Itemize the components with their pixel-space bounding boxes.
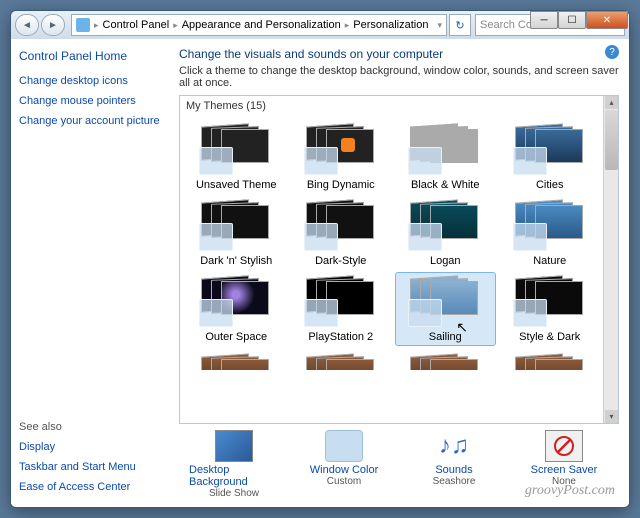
theme-thumbnail	[195, 199, 277, 253]
see-also-link[interactable]: Ease of Access Center	[19, 481, 163, 493]
ss-icon	[545, 430, 583, 462]
option-label: Window Color	[310, 464, 378, 476]
option-sublabel: Custom	[327, 476, 361, 487]
theme-label: Bing Dynamic	[307, 179, 375, 191]
sound-icon: ♪♫	[435, 430, 473, 462]
control-panel-home-link[interactable]: Control Panel Home	[19, 49, 163, 63]
bottom-options: Desktop BackgroundSlide Show Window Color…	[179, 424, 619, 501]
personalization-window: ─ ☐ ✕ ◄ ► ▸ Control Panel ▸ Appearance a…	[10, 10, 630, 508]
sidebar-link[interactable]: Change mouse pointers	[19, 95, 163, 107]
maximize-button[interactable]: ☐	[558, 11, 586, 29]
see-also-heading: See also	[19, 421, 163, 433]
chevron-right-icon: ▸	[345, 20, 350, 31]
option-window-color[interactable]: Window ColorCustom	[299, 430, 389, 499]
theme-thumbnail	[509, 275, 591, 329]
theme-item[interactable]: Nature	[500, 196, 601, 270]
main-panel: ? Change the visuals and sounds on your …	[171, 39, 629, 507]
see-also-link[interactable]: Display	[19, 441, 163, 453]
theme-thumbnail	[300, 275, 382, 329]
theme-thumbnail	[300, 123, 382, 177]
breadcrumb[interactable]: ▸ Control Panel ▸ Appearance and Persona…	[71, 14, 447, 36]
theme-label: Nature	[533, 255, 566, 267]
theme-item[interactable]: Logan	[395, 196, 496, 270]
theme-item[interactable]: Black & White	[395, 120, 496, 194]
theme-item[interactable]: Dark-Style	[291, 196, 392, 270]
theme-item[interactable]: Dark 'n' Stylish	[186, 196, 287, 270]
help-icon[interactable]: ?	[605, 45, 619, 59]
theme-thumbnail	[404, 199, 486, 253]
theme-thumbnail: ↖	[404, 275, 486, 329]
themes-listbox: My Themes (15) Unsaved Theme Bing Dynamic…	[179, 95, 619, 424]
theme-item[interactable]: ↖ Sailing	[395, 272, 496, 346]
see-also-link[interactable]: Taskbar and Start Menu	[19, 461, 163, 473]
chevron-right-icon: ▸	[173, 20, 178, 31]
theme-thumbnail	[195, 275, 277, 329]
theme-label: PlayStation 2	[308, 331, 373, 343]
theme-thumbnail	[300, 199, 382, 253]
refresh-button[interactable]: ↻	[449, 14, 471, 36]
theme-item[interactable]: Style & Dark	[500, 272, 601, 346]
theme-label: Dark 'n' Stylish	[200, 255, 272, 267]
theme-thumbnail	[509, 199, 591, 253]
theme-label: Outer Space	[205, 331, 267, 343]
theme-thumbnail	[195, 123, 277, 177]
control-panel-icon	[76, 18, 90, 32]
chevron-right-icon: ▸	[94, 20, 99, 31]
option-desktop-background[interactable]: Desktop BackgroundSlide Show	[189, 430, 279, 499]
sidebar-link[interactable]: Change desktop icons	[19, 75, 163, 87]
breadcrumb-item[interactable]: Personalization	[353, 19, 428, 31]
theme-item[interactable]: Unsaved Theme	[186, 120, 287, 194]
theme-label: Dark-Style	[315, 255, 366, 267]
scroll-down-arrow[interactable]: ▾	[605, 410, 618, 423]
theme-item[interactable]	[186, 350, 287, 370]
themes-group-label: My Themes (15)	[180, 96, 618, 116]
minimize-button[interactable]: ─	[530, 11, 558, 29]
theme-item[interactable]	[500, 350, 601, 370]
back-button[interactable]: ◄	[15, 14, 39, 36]
theme-label: Logan	[430, 255, 461, 267]
breadcrumb-item[interactable]: Appearance and Personalization	[182, 19, 341, 31]
theme-label: Black & White	[411, 179, 479, 191]
option-sounds[interactable]: ♪♫ SoundsSeashore	[409, 430, 499, 499]
window-controls: ─ ☐ ✕	[530, 11, 628, 29]
theme-item[interactable]: Cities	[500, 120, 601, 194]
option-sublabel: Seashore	[433, 476, 476, 487]
scroll-up-arrow[interactable]: ▴	[605, 96, 618, 109]
theme-item[interactable]: Outer Space	[186, 272, 287, 346]
option-label: Desktop Background	[189, 464, 279, 488]
forward-button[interactable]: ►	[41, 14, 65, 36]
color-icon	[325, 430, 363, 462]
theme-label: Style & Dark	[519, 331, 580, 343]
theme-label: Sailing	[429, 331, 462, 343]
option-label: Screen Saver	[531, 464, 598, 476]
theme-thumbnail	[404, 123, 486, 177]
page-subtitle: Click a theme to change the desktop back…	[179, 65, 619, 89]
sidebar-link[interactable]: Change your account picture	[19, 115, 163, 127]
option-label: Sounds	[435, 464, 472, 476]
close-button[interactable]: ✕	[586, 11, 628, 29]
theme-item[interactable]: Bing Dynamic	[291, 120, 392, 194]
sidebar: Control Panel Home Change desktop icons …	[11, 39, 171, 507]
option-sublabel: None	[552, 476, 576, 487]
theme-item[interactable]	[395, 350, 496, 370]
bg-icon	[215, 430, 253, 462]
scrollbar[interactable]: ▴ ▾	[603, 96, 618, 423]
theme-item[interactable]: PlayStation 2	[291, 272, 392, 346]
theme-item[interactable]	[291, 350, 392, 370]
theme-label: Cities	[536, 179, 564, 191]
scroll-thumb[interactable]	[605, 110, 618, 170]
option-screen-saver[interactable]: Screen SaverNone	[519, 430, 609, 499]
option-sublabel: Slide Show	[209, 488, 259, 499]
page-title: Change the visuals and sounds on your co…	[179, 47, 619, 61]
theme-label: Unsaved Theme	[196, 179, 277, 191]
theme-thumbnail	[509, 123, 591, 177]
breadcrumb-item[interactable]: Control Panel	[103, 19, 170, 31]
chevron-down-icon[interactable]: ▾	[437, 20, 442, 31]
